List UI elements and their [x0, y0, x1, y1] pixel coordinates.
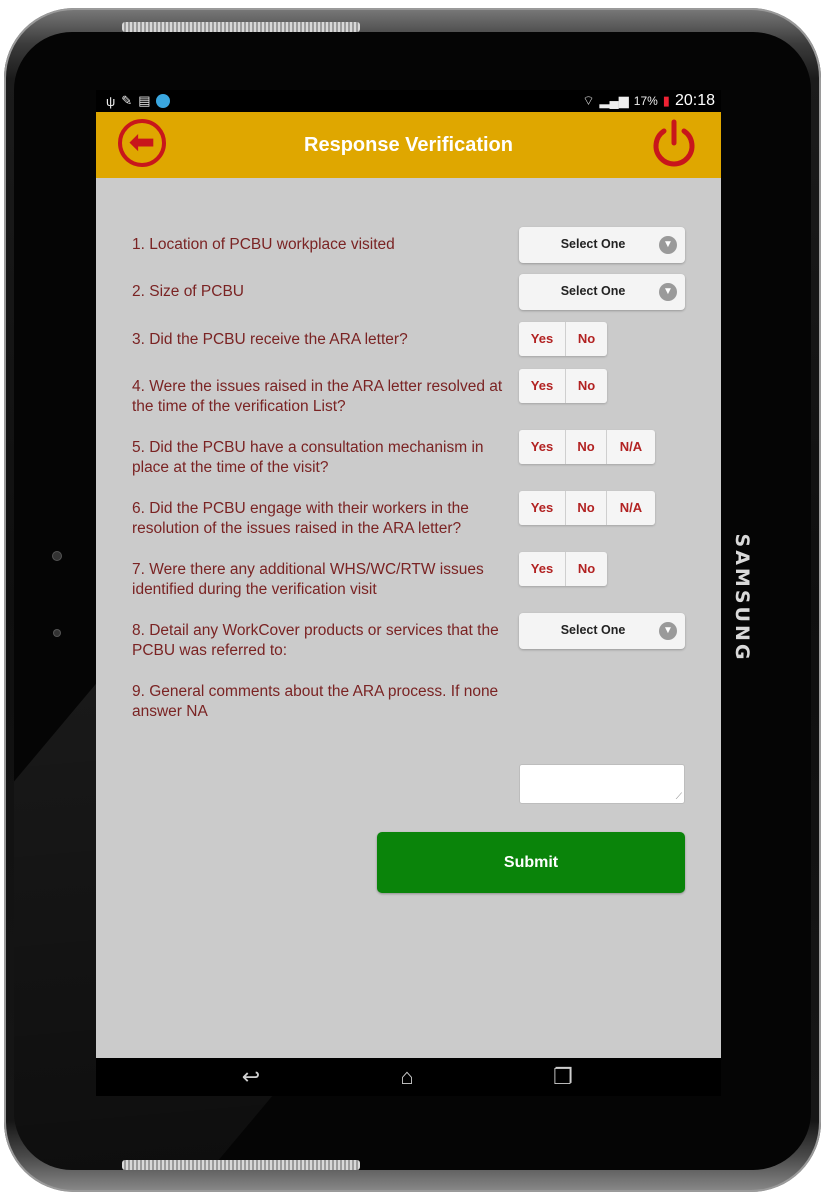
no-button[interactable]: No — [566, 552, 607, 586]
comments-textarea[interactable]: ⟋ — [519, 764, 685, 804]
no-button[interactable]: No — [566, 322, 607, 356]
android-nav-bar: ↩ ⌂ ❐ — [96, 1058, 721, 1096]
status-bar: ψ ✎ ▤ ⌔ ▂▄▆ 17% ▮ 20:18 — [96, 90, 721, 112]
device-brand: SAMSUNG — [731, 533, 753, 663]
resize-handle-icon: ⟋ — [675, 791, 682, 801]
no-button[interactable]: No — [566, 369, 607, 403]
app-header: ⬅ Response Verification — [96, 112, 721, 178]
question-6-label: 6. Did the PCBU engage with their worker… — [132, 500, 469, 537]
select-value: Select One — [560, 284, 626, 298]
question-1-label: 1. Location of PCBU workplace visited — [132, 236, 395, 253]
question-5-toggle: Yes No N/A — [519, 430, 655, 464]
no-button[interactable]: No — [566, 430, 607, 464]
na-button[interactable]: N/A — [607, 491, 655, 525]
battery-percent: 17% — [633, 94, 658, 108]
power-icon — [653, 119, 695, 167]
status-left-icons: ψ ✎ ▤ — [106, 93, 171, 109]
back-nav-icon[interactable]: ↩ — [231, 1064, 271, 1090]
yes-button[interactable]: Yes — [519, 430, 566, 464]
pencil-icon: ✎ — [121, 93, 133, 108]
page-title: Response Verification — [304, 134, 513, 156]
select-value: Select One — [560, 237, 626, 251]
size-select[interactable]: Select One ▼ — [519, 274, 685, 310]
question-4-toggle: Yes No — [519, 369, 607, 403]
yes-button[interactable]: Yes — [519, 552, 566, 586]
camera-dot — [53, 552, 61, 560]
chevron-down-icon: ▼ — [659, 283, 677, 301]
app-icon — [156, 94, 171, 108]
question-6-toggle: Yes No N/A — [519, 491, 655, 525]
status-time: 20:18 — [674, 92, 715, 109]
yes-button[interactable]: Yes — [519, 369, 566, 403]
question-3-toggle: Yes No — [519, 322, 607, 356]
question-4-label: 4. Were the issues raised in the ARA let… — [132, 378, 503, 415]
recent-apps-icon[interactable]: ❐ — [543, 1064, 583, 1090]
wifi-icon: ⌔ — [582, 93, 595, 108]
question-8-label: 8. Detail any WorkCover products or serv… — [132, 622, 499, 659]
status-right-icons: ⌔ ▂▄▆ 17% ▮ 20:18 — [582, 92, 715, 110]
submit-button[interactable]: Submit — [377, 832, 685, 893]
signal-icon: ▂▄▆ — [599, 93, 629, 108]
workcover-products-select[interactable]: Select One ▼ — [519, 613, 685, 649]
chevron-down-icon: ▼ — [659, 622, 677, 640]
question-9-label: 9. General comments about the ARA proces… — [132, 683, 499, 720]
screen: ψ ✎ ▤ ⌔ ▂▄▆ 17% ▮ 20:18 ⬅ Response Verif… — [96, 90, 721, 1096]
form-content: 1. Location of PCBU workplace visited Se… — [96, 178, 721, 1058]
battery-icon: ▮ — [662, 93, 670, 108]
home-icon[interactable]: ⌂ — [387, 1064, 427, 1090]
question-7-toggle: Yes No — [519, 552, 607, 586]
usb-icon: ψ — [106, 93, 116, 109]
power-button[interactable] — [649, 118, 699, 168]
yes-button[interactable]: Yes — [519, 322, 566, 356]
no-button[interactable]: No — [566, 491, 607, 525]
top-speaker-grille — [122, 22, 360, 32]
question-7-label: 7. Were there any additional WHS/WC/RTW … — [132, 561, 484, 598]
question-3-label: 3. Did the PCBU receive the ARA letter? — [132, 331, 408, 348]
location-select[interactable]: Select One ▼ — [519, 227, 685, 263]
select-value: Select One — [560, 623, 626, 637]
question-5-label: 5. Did the PCBU have a consultation mech… — [132, 439, 484, 476]
clipboard-icon: ▤ — [138, 93, 151, 108]
yes-button[interactable]: Yes — [519, 491, 566, 525]
bottom-speaker-grille — [122, 1160, 360, 1170]
sensor-dot — [54, 630, 60, 636]
chevron-down-icon: ▼ — [659, 236, 677, 254]
question-2-label: 2. Size of PCBU — [132, 283, 244, 300]
na-button[interactable]: N/A — [607, 430, 655, 464]
